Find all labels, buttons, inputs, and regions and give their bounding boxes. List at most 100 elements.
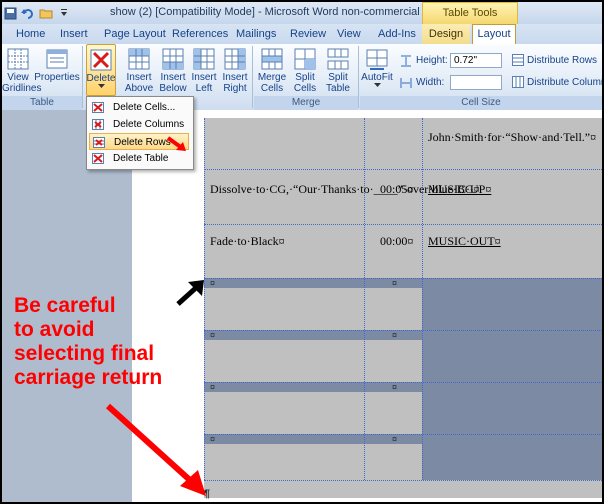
tab-review[interactable]: Review (290, 24, 326, 44)
chevron-down-icon (373, 83, 381, 87)
delete-cells-icon (92, 102, 104, 113)
end-of-cell-mark: ¤ (392, 330, 398, 340)
delete-table-icon (92, 153, 104, 164)
width-input[interactable] (450, 75, 502, 90)
insert-below-button[interactable]: Insert Below (156, 44, 190, 94)
width-control: Width: (400, 75, 510, 91)
annotation-line: to avoid (14, 318, 95, 341)
quick-access-toolbar (2, 4, 72, 22)
annotation-text: Be careful to avoid selecting final carr… (14, 294, 214, 390)
group-label-merge: Merge (254, 96, 358, 110)
selected-cell (204, 382, 364, 392)
insert-left-button[interactable]: Insert Left (190, 44, 218, 94)
delete-label: Delete (86, 73, 116, 84)
save-icon[interactable] (2, 5, 18, 21)
delete-columns-icon (92, 119, 104, 130)
title-bar: show (2) [Compatibility Mode] - Microsof… (2, 2, 602, 24)
customize-toolbar-icon[interactable] (56, 5, 72, 21)
split-cells-label: Split Cells (293, 72, 317, 94)
insert-right-icon (224, 48, 246, 70)
table-gridline (204, 278, 602, 279)
window-title: show (2) [Compatibility Mode] - Microsof… (110, 6, 441, 18)
end-of-cell-mark: ¤ (392, 434, 398, 444)
menu-delete-cells-label: Delete Cells... (113, 102, 176, 113)
tab-mailings[interactable]: Mailings (236, 24, 276, 44)
selected-cell (204, 278, 364, 288)
end-of-cell-mark: ¤ (392, 278, 398, 288)
tab-view[interactable]: View (337, 24, 361, 44)
chevron-down-icon (97, 84, 105, 88)
table-gridline (204, 480, 602, 481)
selected-cell (422, 382, 602, 438)
table-cell-text[interactable]: Fade·to·Black¤ (210, 234, 285, 248)
annotation-line: selecting final (14, 342, 155, 365)
gridlines-icon (7, 48, 29, 70)
insert-below-icon (162, 48, 184, 70)
split-table-button[interactable]: Split Table (322, 44, 354, 94)
properties-button[interactable]: Properties (34, 44, 80, 94)
autofit-icon (366, 49, 388, 70)
insert-left-icon (193, 48, 215, 70)
view-gridlines-label: View Gridlines (2, 72, 42, 94)
end-of-cell-mark: ¤ (392, 382, 398, 392)
insert-right-label: Insert Right (222, 72, 248, 94)
table-tools-label: Table Tools (422, 2, 518, 24)
delete-button[interactable]: Delete (86, 44, 116, 96)
split-cells-icon (294, 48, 316, 70)
distribute-rows-icon (512, 54, 524, 66)
group-separator (358, 46, 359, 108)
group-label-table: Table (2, 96, 82, 110)
undo-icon[interactable] (20, 5, 36, 21)
menu-delete-rows-label: Delete Rows (114, 137, 171, 148)
word-window: show (2) [Compatibility Mode] - Microsof… (0, 0, 604, 504)
end-of-cell-mark: ¤ (210, 278, 216, 288)
table-gridline (422, 118, 423, 480)
tab-references[interactable]: References (172, 24, 228, 44)
tab-add-ins[interactable]: Add-Ins (378, 24, 416, 44)
insert-above-button[interactable]: Insert Above (122, 44, 156, 94)
insert-right-button[interactable]: Insert Right (220, 44, 250, 94)
mouse-cursor-icon (166, 136, 186, 151)
table-cell-text[interactable]: 00:00¤ (380, 234, 413, 248)
group-separator (82, 46, 83, 108)
row-height-icon (401, 55, 411, 67)
width-label: Width: (416, 77, 445, 88)
annotation-line: Be careful (14, 294, 116, 317)
merge-cells-button[interactable]: Merge Cells (257, 44, 287, 94)
annotation-line: carriage return (14, 366, 163, 389)
tab-design[interactable]: Design (422, 24, 470, 44)
table-cell-text[interactable]: John·Smith·for·“Show·and·Tell.”¤ (428, 130, 600, 144)
split-cells-button[interactable]: Split Cells (290, 44, 320, 94)
table-gridline (204, 224, 602, 225)
selected-cell (422, 434, 602, 480)
tab-layout[interactable]: Layout (472, 24, 516, 45)
distribute-rows-button[interactable]: Distribute Rows (512, 54, 597, 66)
tab-insert[interactable]: Insert (60, 24, 88, 44)
distribute-columns-button[interactable]: Distribute Columns (512, 76, 602, 88)
height-label: Height: (416, 55, 448, 66)
view-gridlines-button[interactable]: View Gridlines (2, 44, 42, 94)
properties-icon (46, 49, 68, 69)
menu-delete-cells[interactable]: Delete Cells... (89, 99, 189, 116)
selected-cell (422, 330, 602, 386)
menu-delete-columns[interactable]: Delete Columns (89, 116, 189, 133)
height-input[interactable]: 0.72" (450, 53, 502, 68)
distribute-rows-label: Distribute Rows (527, 54, 598, 66)
column-width-icon (400, 78, 412, 88)
selected-cell (422, 278, 602, 334)
open-folder-icon[interactable] (38, 5, 54, 21)
table-gridline (204, 330, 602, 331)
table-cell-text[interactable]: MUSIC·UP¤ (428, 182, 491, 196)
table-cell-text[interactable]: 00:05¤ (380, 182, 413, 196)
tab-home[interactable]: Home (16, 24, 45, 44)
properties-label: Properties (34, 72, 80, 83)
table-gridline (204, 169, 602, 170)
tab-page-layout[interactable]: Page Layout (104, 24, 166, 44)
delete-table-icon (90, 49, 112, 71)
autofit-button[interactable]: AutoFit (360, 44, 394, 94)
table-gridline (204, 434, 602, 435)
table-cell-text[interactable]: MUSIC·OUT¤ (428, 234, 501, 248)
table-gridline (364, 118, 365, 480)
autofit-label: AutoFit (361, 72, 393, 83)
table-cell-text[interactable]: Dissolve·to·CG,·“Our·Thanks·to·____”·ove… (210, 182, 480, 196)
